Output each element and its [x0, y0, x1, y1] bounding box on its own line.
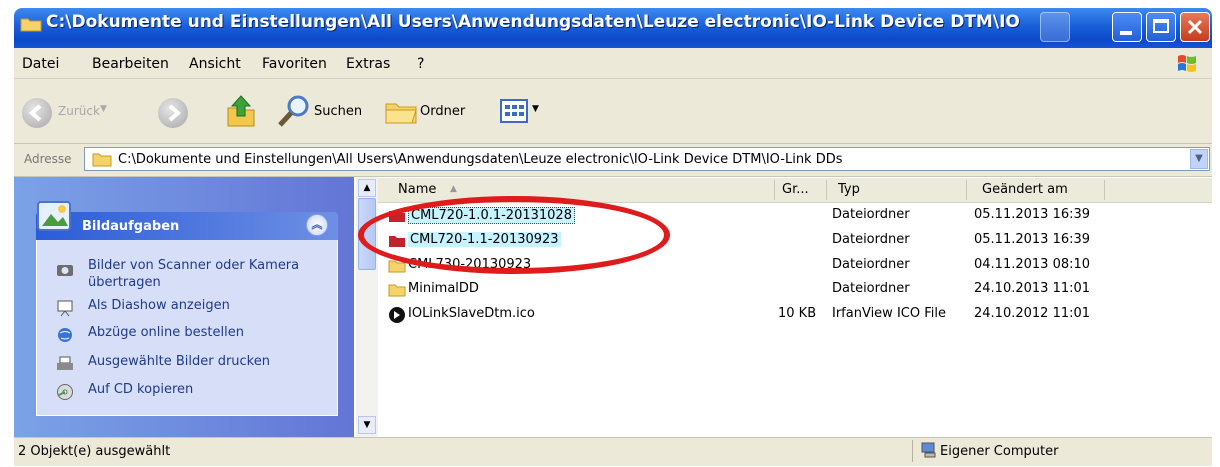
column-divider[interactable]	[966, 180, 967, 200]
views-dropdown-arrow-icon[interactable]: ▼	[532, 104, 539, 114]
menu-ansicht[interactable]: Ansicht	[189, 56, 241, 72]
menu-favoriten[interactable]: Favoriten	[262, 56, 327, 72]
file-modified: 24.10.2013 11:01	[974, 281, 1091, 296]
printer-icon	[57, 356, 73, 370]
task-order-prints[interactable]: Abzüge online bestellen	[88, 325, 244, 340]
back-dropdown-arrow-icon[interactable]: ▼	[100, 104, 107, 114]
camera-icon	[57, 265, 73, 276]
file-name[interactable]: IOLinkSlaveDtm.ico	[408, 306, 535, 321]
menu-help[interactable]: ?	[417, 56, 424, 72]
menu-bearbeiten[interactable]: Bearbeiten	[92, 56, 169, 72]
highlight-ellipse	[358, 196, 670, 274]
menu-datei[interactable]: Datei	[22, 56, 59, 72]
sort-ascending-icon: ▲	[450, 184, 457, 194]
task-slideshow[interactable]: Als Diashow anzeigen	[88, 298, 230, 313]
folder-up-icon[interactable]	[226, 94, 256, 128]
folder-icon	[388, 284, 406, 297]
file-name[interactable]: MinimalDD	[408, 281, 479, 296]
status-location: Eigener Computer	[940, 444, 1059, 459]
toolbar	[14, 79, 1212, 144]
collapse-chevron-icon[interactable]: ︽	[306, 214, 328, 236]
file-type: IrfanView ICO File	[832, 306, 946, 321]
globe-icon	[58, 328, 72, 342]
scroll-down-icon[interactable]: ▼	[358, 416, 376, 434]
column-divider[interactable]	[826, 180, 827, 200]
column-size[interactable]: Gr...	[782, 182, 809, 197]
task-copy-cd[interactable]: Auf CD kopieren	[88, 382, 193, 397]
file-modified: 05.11.2013 16:39	[974, 232, 1091, 247]
file-size: 10 KB	[778, 306, 817, 321]
file-modified: 05.11.2013 16:39	[974, 207, 1091, 222]
ico-file-icon	[389, 307, 405, 323]
task-header-label[interactable]: Bildaufgaben	[82, 219, 179, 234]
column-name[interactable]: Name	[398, 182, 436, 197]
address-label: Adresse	[24, 152, 72, 166]
file-type: Dateiordner	[832, 257, 910, 272]
folders-icon[interactable]	[384, 98, 418, 126]
maximize-button[interactable]	[1146, 12, 1176, 42]
folder-icon	[20, 18, 42, 32]
views-icon[interactable]	[500, 98, 528, 124]
file-row[interactable]: MinimalDD Dateiordner 24.10.2013 11:01	[380, 279, 1212, 301]
forward-icon[interactable]	[158, 98, 188, 128]
address-value[interactable]: C:\Dokumente und Einstellungen\All Users…	[118, 152, 843, 167]
task-print-pictures[interactable]: Ausgewählte Bilder drucken	[88, 354, 270, 369]
back-button-label[interactable]: Zurück	[58, 104, 100, 118]
close-icon	[1187, 19, 1203, 35]
slideshow-icon	[57, 300, 73, 317]
folder-icon	[92, 153, 112, 167]
task-scan-camera[interactable]: Bilder von Scanner oder Kamera	[88, 258, 299, 273]
search-button-label[interactable]: Suchen	[314, 104, 362, 119]
status-selection-count: 2 Objekt(e) ausgewählt	[18, 444, 171, 459]
menu-extras[interactable]: Extras	[346, 56, 390, 72]
search-icon[interactable]	[276, 94, 312, 128]
disabled-title-button	[1040, 12, 1070, 42]
status-divider	[912, 440, 913, 462]
address-dropdown-icon[interactable]: ▼	[1190, 149, 1208, 169]
file-type: Dateiordner	[832, 232, 910, 247]
file-modified: 24.10.2012 11:01	[974, 306, 1091, 321]
cd-icon	[57, 384, 73, 400]
file-modified: 04.11.2013 08:10	[974, 257, 1091, 272]
file-type: Dateiordner	[832, 207, 910, 222]
file-type: Dateiordner	[832, 281, 910, 296]
column-type[interactable]: Typ	[838, 182, 860, 197]
scroll-up-icon[interactable]: ▲	[358, 179, 376, 197]
close-button[interactable]	[1180, 12, 1210, 42]
folders-button-label[interactable]: Ordner	[420, 104, 465, 119]
column-modified[interactable]: Geändert am	[982, 182, 1068, 197]
column-divider[interactable]	[1104, 180, 1105, 200]
windows-logo-icon	[1178, 55, 1196, 72]
file-row[interactable]: IOLinkSlaveDtm.ico 10 KB IrfanView ICO F…	[380, 304, 1212, 326]
column-divider[interactable]	[774, 180, 775, 200]
back-icon[interactable]	[22, 98, 52, 128]
picture-tasks-icon	[37, 201, 71, 231]
minimize-button[interactable]	[1112, 12, 1142, 42]
window-title: C:\Dokumente und Einstellungen\All Users…	[46, 12, 1020, 32]
task-scan-camera-cont[interactable]: übertragen	[88, 275, 161, 290]
computer-icon	[921, 442, 936, 458]
